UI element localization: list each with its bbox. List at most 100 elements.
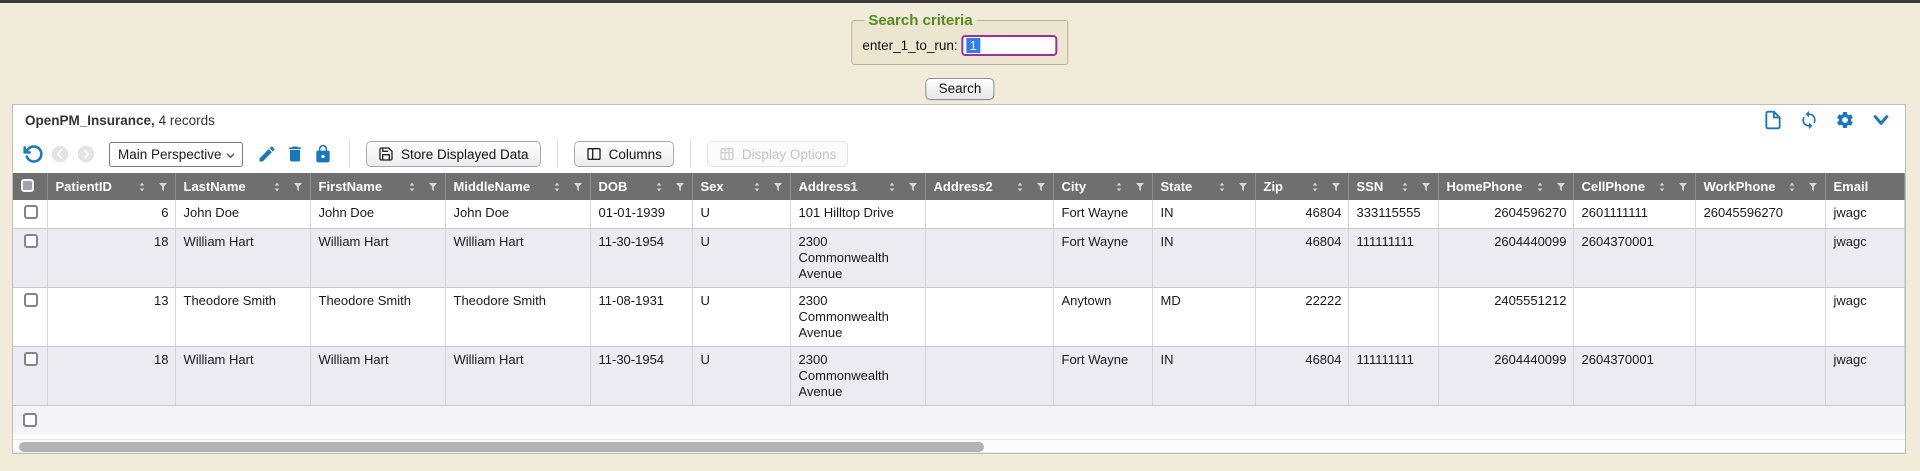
sort-icon[interactable]: [1014, 181, 1026, 193]
column-header-zip[interactable]: Zip: [1255, 173, 1348, 200]
sort-icon[interactable]: [1786, 181, 1798, 193]
columns-label: Columns: [609, 147, 662, 162]
filter-icon[interactable]: [772, 181, 784, 193]
sort-icon[interactable]: [1113, 181, 1125, 193]
scrollbar-thumb[interactable]: [19, 442, 984, 452]
column-label: Address1: [799, 179, 858, 194]
delete-trash-icon[interactable]: [285, 144, 305, 164]
cell-lastname: John Doe: [175, 200, 310, 229]
column-header-firstname[interactable]: FirstName: [310, 173, 445, 200]
column-header-patientid[interactable]: PatientID: [47, 173, 175, 200]
table-row: 18William HartWilliam HartWilliam Hart11…: [13, 347, 1905, 406]
row-checkbox[interactable]: [24, 352, 38, 366]
column-header-city[interactable]: City: [1053, 173, 1152, 200]
table-row: 13Theodore SmithTheodore SmithTheodore S…: [13, 288, 1905, 347]
cell-homephone: 2604440099: [1438, 347, 1573, 406]
filter-icon[interactable]: [572, 181, 584, 193]
sort-icon[interactable]: [751, 181, 763, 193]
row-checkbox[interactable]: [24, 293, 38, 307]
cell-homephone: 2405551212: [1438, 288, 1573, 347]
cell-address1: 2300 Commonwealth Avenue: [790, 229, 925, 288]
filter-icon[interactable]: [1807, 181, 1819, 193]
cell-lastname: William Hart: [175, 229, 310, 288]
select-all-header-cell: [13, 173, 47, 200]
filter-icon[interactable]: [674, 181, 686, 193]
horizontal-scrollbar[interactable]: [13, 439, 1905, 453]
cell-patientid: 18: [47, 347, 175, 406]
perspective-select[interactable]: Main Perspective: [109, 142, 243, 167]
next-icon: [77, 145, 95, 163]
cell-address2: [925, 288, 1053, 347]
chevron-down-icon[interactable]: [1871, 110, 1891, 130]
filter-icon[interactable]: [1677, 181, 1689, 193]
column-header-cellphone[interactable]: CellPhone: [1573, 173, 1695, 200]
sort-icon[interactable]: [1656, 181, 1668, 193]
enter-1-to-run-input[interactable]: 1: [962, 35, 1058, 56]
new-document-icon[interactable]: [1763, 110, 1783, 130]
cell-lastname: Theodore Smith: [175, 288, 310, 347]
row-checkbox-cell: [13, 200, 47, 229]
column-header-address1[interactable]: Address1: [790, 173, 925, 200]
cell-address2: [925, 347, 1053, 406]
edit-pencil-icon[interactable]: [257, 144, 277, 164]
filter-icon[interactable]: [1420, 181, 1432, 193]
undo-icon[interactable]: [23, 144, 43, 164]
sort-icon[interactable]: [1534, 181, 1546, 193]
filter-icon[interactable]: [1134, 181, 1146, 193]
filter-icon[interactable]: [427, 181, 439, 193]
toolbar-separator: [349, 141, 350, 167]
toolbar-separator: [690, 141, 691, 167]
column-header-sex[interactable]: Sex: [692, 173, 790, 200]
column-header-address2[interactable]: Address2: [925, 173, 1053, 200]
filter-icon[interactable]: [1237, 181, 1249, 193]
footer-row-checkbox[interactable]: [23, 413, 37, 427]
sort-icon[interactable]: [1216, 181, 1228, 193]
cell-firstname: John Doe: [310, 200, 445, 229]
table-row: 18William HartWilliam HartWilliam Hart11…: [13, 229, 1905, 288]
column-header-workphone[interactable]: WorkPhone: [1695, 173, 1825, 200]
display-options-grid-icon: [719, 146, 735, 162]
gear-icon[interactable]: [1835, 110, 1855, 130]
column-label: WorkPhone: [1704, 179, 1776, 194]
sort-icon[interactable]: [1399, 181, 1411, 193]
cell-firstname: William Hart: [310, 229, 445, 288]
column-header-dob[interactable]: DOB: [590, 173, 692, 200]
filter-icon[interactable]: [1035, 181, 1047, 193]
sort-icon[interactable]: [271, 181, 283, 193]
sort-icon[interactable]: [1309, 181, 1321, 193]
input-selected-text: 1: [967, 38, 980, 53]
column-header-homephone[interactable]: HomePhone: [1438, 173, 1573, 200]
filter-icon[interactable]: [1555, 181, 1567, 193]
cell-dob: 01-01-1939: [590, 200, 692, 229]
cell-cellphone: 2604370001: [1573, 229, 1695, 288]
store-displayed-data-button[interactable]: Store Displayed Data: [366, 141, 541, 167]
columns-button[interactable]: Columns: [574, 141, 674, 167]
select-all-checkbox[interactable]: [21, 179, 34, 192]
cell-sex: U: [692, 200, 790, 229]
sort-icon[interactable]: [653, 181, 665, 193]
filter-icon[interactable]: [907, 181, 919, 193]
cell-address1: 2300 Commonwealth Avenue: [790, 347, 925, 406]
search-button[interactable]: Search: [926, 78, 995, 100]
column-header-state[interactable]: State: [1152, 173, 1255, 200]
filter-icon[interactable]: [157, 181, 169, 193]
column-header-ssn[interactable]: SSN: [1348, 173, 1438, 200]
cell-zip: 46804: [1255, 347, 1348, 406]
lock-icon[interactable]: [313, 144, 333, 164]
sort-icon[interactable]: [136, 181, 148, 193]
sort-icon[interactable]: [406, 181, 418, 193]
filter-icon[interactable]: [1330, 181, 1342, 193]
column-header-email[interactable]: Email: [1825, 173, 1905, 200]
cell-zip: 46804: [1255, 229, 1348, 288]
row-checkbox[interactable]: [24, 205, 38, 219]
previous-icon: [51, 145, 69, 163]
row-checkbox-cell: [13, 288, 47, 347]
column-header-middlename[interactable]: MiddleName: [445, 173, 590, 200]
cell-firstname: Theodore Smith: [310, 288, 445, 347]
refresh-icon[interactable]: [1799, 110, 1819, 130]
column-header-lastname[interactable]: LastName: [175, 173, 310, 200]
filter-icon[interactable]: [292, 181, 304, 193]
sort-icon[interactable]: [551, 181, 563, 193]
row-checkbox[interactable]: [24, 234, 38, 248]
sort-icon[interactable]: [886, 181, 898, 193]
